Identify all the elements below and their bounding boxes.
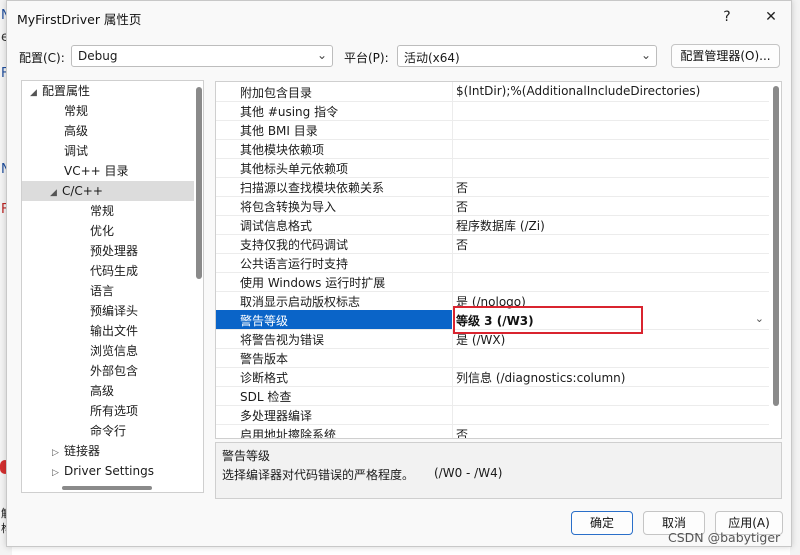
watermark: CSDN @babytiger	[668, 530, 781, 545]
tree-item-vc-directories[interactable]: VC++ 目录	[64, 161, 129, 181]
tree-subitem[interactable]: 所有选项	[90, 401, 138, 421]
tree-root-label: 配置属性	[42, 84, 91, 98]
highlight-box	[453, 306, 643, 334]
tree-item-debugging[interactable]: 调试	[64, 141, 88, 161]
expanded-triangle-icon: ◢	[30, 88, 37, 98]
property-pages-dialog: MyFirstDriver 属性页 ? ✕ 配置(C): Debug ⌄ 平台(…	[6, 0, 792, 547]
tree-item-cpp[interactable]: ◢ C/C++	[22, 181, 194, 201]
tree-item-linker[interactable]: ▷ 链接器	[52, 441, 100, 461]
property-row[interactable]: 其他 BMI 目录	[216, 120, 769, 140]
tree-subitem[interactable]: 优化	[90, 221, 114, 241]
description-text: 选择编译器对代码错误的严格程度。	[222, 468, 415, 482]
tree-subitem[interactable]: 输出文件	[90, 321, 138, 341]
chevron-down-icon[interactable]: ⌄	[755, 312, 764, 325]
tree-subitem[interactable]: 代码生成	[90, 261, 138, 281]
property-row[interactable]: 将包含转换为导入否	[216, 196, 769, 216]
tree-subitem[interactable]: 语言	[90, 281, 114, 301]
ok-button[interactable]: 确定	[571, 511, 633, 535]
property-row[interactable]: 启用地址擦除系统否	[216, 424, 769, 438]
property-row[interactable]: SDL 检查	[216, 386, 769, 406]
property-row[interactable]: 公共语言运行时支持	[216, 253, 769, 273]
property-row[interactable]: 调试信息格式 程序数据库 (/Zi)	[216, 215, 769, 235]
tree-subitem[interactable]: 预处理器	[90, 241, 138, 261]
tree-subitem[interactable]: 浏览信息	[90, 341, 138, 361]
property-tree[interactable]: ◢ 配置属性 常规 高级 调试 VC++ 目录 ◢ C/C++ 常规 优化 预处理器…	[21, 80, 204, 484]
property-row[interactable]: 警告版本	[216, 348, 769, 368]
platform-label: 平台(P):	[344, 51, 389, 65]
tree-subitem[interactable]: 外部包含	[90, 361, 138, 381]
help-button[interactable]: ?	[713, 5, 741, 29]
property-row[interactable]: 支持仅我的代码调试否	[216, 234, 769, 254]
config-label: 配置(C):	[19, 51, 65, 65]
tree-subitem[interactable]: 预编译头	[90, 301, 138, 321]
description-options: (/W0 - /W4)	[434, 466, 503, 480]
chevron-down-icon: ⌄	[640, 48, 651, 62]
collapsed-triangle-icon: ▷	[52, 448, 59, 458]
title-bar: MyFirstDriver 属性页 ? ✕	[7, 1, 791, 33]
tree-item-driver-settings-label: Driver Settings	[64, 464, 154, 478]
tree-item-driver-settings[interactable]: ▷ Driver Settings	[52, 461, 154, 481]
window-title: MyFirstDriver 属性页	[17, 12, 142, 27]
expanded-triangle-icon: ◢	[50, 188, 57, 198]
property-row[interactable]: 其他标头单元依赖项	[216, 158, 769, 178]
tree-item-linker-label: 链接器	[64, 444, 101, 458]
config-manager-button[interactable]: 配置管理器(O)...	[671, 44, 780, 68]
close-button[interactable]: ✕	[757, 5, 785, 29]
tree-root[interactable]: ◢ 配置属性	[30, 81, 90, 101]
tree-subitem[interactable]: 常规	[90, 201, 114, 221]
property-row[interactable]: 附加包含目录 $(IntDir);%(AdditionalIncludeDirec…	[216, 82, 769, 102]
property-row[interactable]: 其他 #using 指令	[216, 101, 769, 121]
platform-select-value: 活动(x64)	[404, 51, 460, 65]
tree-scrollbar[interactable]	[196, 87, 202, 279]
tree-item-cpp-label: C/C++	[62, 184, 103, 198]
config-select-value: Debug	[78, 49, 118, 63]
description-panel: 警告等级 选择编译器对代码错误的严格程度。 (/W0 - /W4)	[215, 442, 782, 499]
property-row[interactable]: 诊断格式 列信息 (/diagnostics:column)	[216, 367, 769, 387]
tree-subitem[interactable]: 命令行	[90, 421, 126, 441]
collapsed-triangle-icon: ▷	[52, 468, 59, 478]
tree-item-advanced[interactable]: 高级	[64, 121, 88, 141]
tree-subitem[interactable]: 高级	[90, 381, 114, 401]
description-title: 警告等级	[222, 449, 271, 463]
tree-hscrollbar[interactable]	[62, 486, 152, 490]
property-row[interactable]: 多处理器编译	[216, 405, 769, 425]
property-row[interactable]: 使用 Windows 运行时扩展	[216, 272, 769, 292]
grid-scrollbar[interactable]	[773, 86, 779, 406]
selected-property-name: 警告等级	[240, 314, 289, 328]
property-row[interactable]: 扫描源以查找模块依赖关系否	[216, 177, 769, 197]
property-row[interactable]: 其他模块依赖项	[216, 139, 769, 159]
platform-select[interactable]: 活动(x64) ⌄	[397, 45, 657, 67]
config-select[interactable]: Debug ⌄	[71, 45, 333, 67]
tree-hscroll-track	[21, 483, 204, 493]
property-grid[interactable]: 附加包含目录 $(IntDir);%(AdditionalIncludeDirec…	[215, 81, 782, 439]
chevron-down-icon: ⌄	[316, 48, 327, 62]
tree-item-general[interactable]: 常规	[64, 101, 88, 121]
